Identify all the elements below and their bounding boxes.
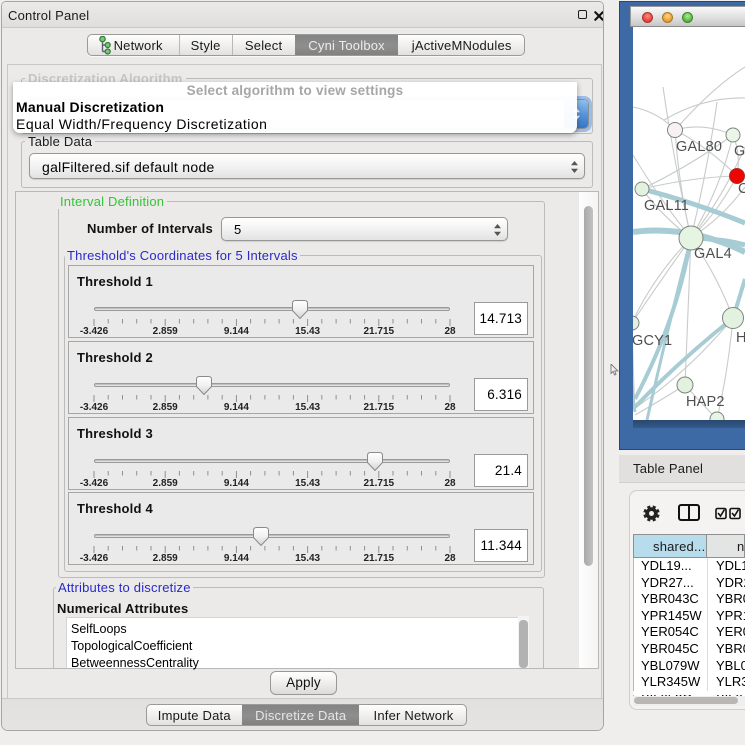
svg-text:GAL11: GAL11	[644, 198, 689, 214]
svg-text:H: H	[736, 330, 745, 346]
svg-text:GAL80: GAL80	[676, 139, 722, 155]
svg-text:GAL4: GAL4	[694, 246, 732, 262]
svg-text:GCY1: GCY1	[633, 333, 672, 349]
svg-text:HAP2: HAP2	[686, 394, 725, 410]
svg-text:C: C	[738, 181, 745, 197]
svg-text:GA: GA	[734, 144, 745, 160]
